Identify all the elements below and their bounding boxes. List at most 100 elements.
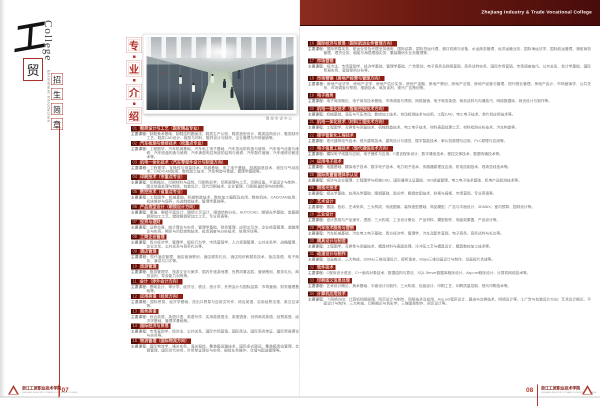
major-courses: 主要课程：电路基础、模拟电子技术、数字电子技术、电力电子技术、传感器原理及应用、… <box>308 165 591 169</box>
major-title: 模具设计与制造 <box>317 238 346 243</box>
courses-label: 主要课程： <box>131 132 150 137</box>
major-title: 工商企业管理 <box>140 234 165 239</box>
major-section: 17市场营销主要课程：经济法、市场营销学、经济学基础、管理学基础、广告策划、电子… <box>308 58 591 72</box>
photo-person <box>238 72 241 79</box>
courses-label: 主要课程： <box>308 99 326 104</box>
vertical-college-text: College <box>42 20 55 61</box>
photo-person <box>230 89 233 98</box>
major-number: 22 <box>308 133 316 138</box>
calligraphy-char: 工 <box>8 20 43 57</box>
major-courses: 主要课程：基础会计、审计学、经济法、税法、统计学、外贸会计与国际结算、市场营销、… <box>131 285 299 293</box>
major-title: 投资与理财 <box>140 219 160 224</box>
college-banner: Zhejiang Industry & Trade Vocational Col… <box>300 0 600 26</box>
major-title: 数控技术（省重点专业） <box>140 190 185 195</box>
major-number: 10 <box>131 264 139 269</box>
major-section: 26眼视光技术主要课程：视光学基础、应用光学基础、眼镜基础、验光学、眼镜定配技术… <box>308 186 591 196</box>
courses-label: 主要课程： <box>131 146 150 151</box>
major-title-bar: 14国际经济与贸易 <box>131 324 171 329</box>
title-dot <box>133 56 136 59</box>
major-title: 物流管理（国际物流方向） <box>140 339 189 344</box>
courses-label: 主要课程： <box>308 64 327 69</box>
major-title: 印刷技术（市重点专业） <box>140 175 185 180</box>
major-title-bar: 34计算机应用技术 <box>308 291 348 296</box>
brochure-char-box: 生 <box>51 88 63 100</box>
major-title: 旅游管理 <box>140 264 156 269</box>
major-title: 国际经济与贸易 <box>140 324 169 329</box>
left-page-red-rule <box>59 123 60 396</box>
major-number: 09 <box>131 249 139 254</box>
major-courses: 主要课程：工程图学、互换性与测量技术、模具材料与表面处理、冷冲压工艺与模具设计、… <box>308 244 591 248</box>
page-seam <box>299 0 300 397</box>
major-number: 25 <box>308 172 316 177</box>
brochure-char-box: 招 <box>51 73 63 85</box>
major-title: 动漫设计与制作 <box>317 252 346 257</box>
major-number: 29 <box>308 225 316 230</box>
major-section: 05数控技术（省重点专业）主要课程：工程图学、机械基础、机械制造技术、数控加工编… <box>131 190 299 204</box>
photo-person <box>179 77 182 84</box>
footer-left-logo <box>8 385 19 395</box>
major-title: 会计（涉外会计方向） <box>140 279 181 284</box>
major-section: 06产品造型设计（眼镜设计方向）主要课程：素描、眼镜平面设计、眼镜工艺设计、眼镜… <box>131 204 299 218</box>
courses-label: 主要课程： <box>131 165 150 170</box>
major-courses: 主要课程：工程图学、互换性与测量技术、机械制造技术、电工电子技术、材料表面处理工… <box>308 126 591 130</box>
major-courses: 主要课程：现代建筑电气技术、现代建筑技术、建筑设计与规范、楼宇智能技术、单片机原… <box>308 139 591 143</box>
courses-label: 主要课程： <box>131 255 150 260</box>
major-title-bar: 05数控技术（省重点专业） <box>131 190 187 195</box>
major-courses: 主要课程：经济法、市场营销学、经济学基础、管理学基础、广告策划、电子商务及网络营… <box>308 64 591 72</box>
major-section: 20机电一体化技术（智能控制技术方向）主要课程：机械基础、液压与气压传动、数控加… <box>308 106 591 116</box>
major-title-bar: 07投资与理财 <box>131 219 163 224</box>
major-title: 产品造型设计（眼镜设计方向） <box>140 204 197 209</box>
major-courses: 主要课程：制鞋美术基础、制鞋结构图画法、鞋类生产认知、鞋类造型设计、鞋类结构设计… <box>131 132 299 140</box>
major-number: 31 <box>308 252 316 257</box>
major-section: 22楼宇智能化工程技术主要课程：现代建筑电气技术、现代建筑技术、建筑设计与规范、… <box>308 133 591 143</box>
major-title: 国际经济与贸易（国际航运业务管理方向） <box>317 41 395 46</box>
major-number: 05 <box>131 190 139 195</box>
major-number: 20 <box>308 106 316 111</box>
major-courses: 主要课程：工程图学、机械基础、机械制造技术、数控加工编程及应用、数控机床、CAD… <box>131 196 299 204</box>
page-left-edge-shade <box>0 0 5 397</box>
major-title-bar: 33印刷图文信息处理 <box>308 278 352 283</box>
major-courses: 主要课程：汽车机械基础、汽车电工电子基础、西方经济学、管理学、汽车及配件营销、电… <box>308 231 591 235</box>
major-title-bar: 32软件技术 <box>308 265 335 270</box>
photo-person <box>223 81 226 88</box>
courses-label: 主要课程： <box>308 191 326 196</box>
major-title: 电子商务 <box>317 93 333 98</box>
courses-label: 主要课程： <box>308 270 326 275</box>
major-number: 02 <box>131 141 139 146</box>
major-title: 楼宇智能化工程技术 <box>317 133 354 138</box>
major-number: 11 <box>131 279 138 284</box>
major-title-bar: 19电子商务 <box>308 93 335 98</box>
footer-left-rule <box>59 385 60 398</box>
major-title: 机电一体化技术（汽车零部件设计与制造方向） <box>140 160 226 165</box>
major-courses: 主要课程：机械基础、液压与气压传动、数控加工技术、自动检测技术与应用、工程CAD… <box>308 112 591 116</box>
major-courses: 主要课程：综合英语、英语口语、英语写作、实用英语语法、英语语音、剑桥商务英语、经… <box>131 315 299 323</box>
major-title: 市场营销（房地产经营与管理方向） <box>317 76 383 81</box>
major-section: 33印刷图文信息处理主要课程：艺术设计概论、美术基础、平面设计与制作、三大构成、… <box>308 278 591 288</box>
major-courses: 主要课程：房地产经济学、房地产法学、房地产估价实务、房地产金融、房地产策划、房地… <box>308 82 591 90</box>
courses-label: 主要课程： <box>308 47 327 52</box>
major-section: 30模具设计与制造主要课程：工程图学、互换性与测量技术、模具材料与表面处理、冷冲… <box>308 238 591 248</box>
courses-label: 主要课程： <box>308 257 326 262</box>
major-title-bar: 02汽车检测与维修技术（校重点专业） <box>131 141 208 146</box>
brochure-char-box: 简 <box>51 103 63 115</box>
major-courses: 主要课程：现代酒店管理、酒店营销策划、酒店服务礼仪、酒店知识和服务技术、饭店英语… <box>131 255 299 263</box>
major-number: 14 <box>131 324 139 329</box>
major-number: 32 <box>308 265 316 270</box>
major-courses: 主要课程：①网络方向：计算机网络原理、网页设计与制作、网络技术及应用、Asp.n… <box>308 297 591 305</box>
major-title-bar: 26眼视光技术 <box>308 186 340 191</box>
college-emblem-icon <box>582 385 593 395</box>
courses-label: 主要课程： <box>131 225 150 230</box>
major-title-bar: 12应用英语（经贸方向） <box>131 294 183 299</box>
major-number: 08 <box>131 234 139 239</box>
major-number: 03 <box>131 160 139 165</box>
major-courses: 主要课程：电子商务概论、电子商务技术基础、市场调查与预测、网络营销、电子商务英语… <box>308 99 591 103</box>
major-courses: 主要课程：动画概论、三大构成、3DMax三维动漫设计、视听语言、Maya三维动画… <box>308 258 591 262</box>
major-section: 31动漫设计与制作主要课程：动画概论、三大构成、3DMax三维动漫设计、视听语言… <box>308 252 591 262</box>
brochure-spread: Zhejiang Industry & Trade Vocational Col… <box>0 0 600 406</box>
major-courses: 主要课程：国际贸易实务、航运业务及代理业务函电、国际结算、国际货运代理、港口机械… <box>308 47 591 55</box>
courses-label: 主要课程： <box>308 231 326 236</box>
courses-label: 主要课程： <box>308 138 326 143</box>
major-section: 01鞋类设计与工艺（国家精品专业）主要课程：制鞋美术基础、制鞋结构图画法、鞋类生… <box>131 126 299 140</box>
major-courses: 主要课程：素描、眼镜平面设计、眼镜工艺设计、眼镜结构分析、AUTOCAD、眼镜光… <box>131 210 299 218</box>
courses-label: 主要课程： <box>131 180 150 185</box>
